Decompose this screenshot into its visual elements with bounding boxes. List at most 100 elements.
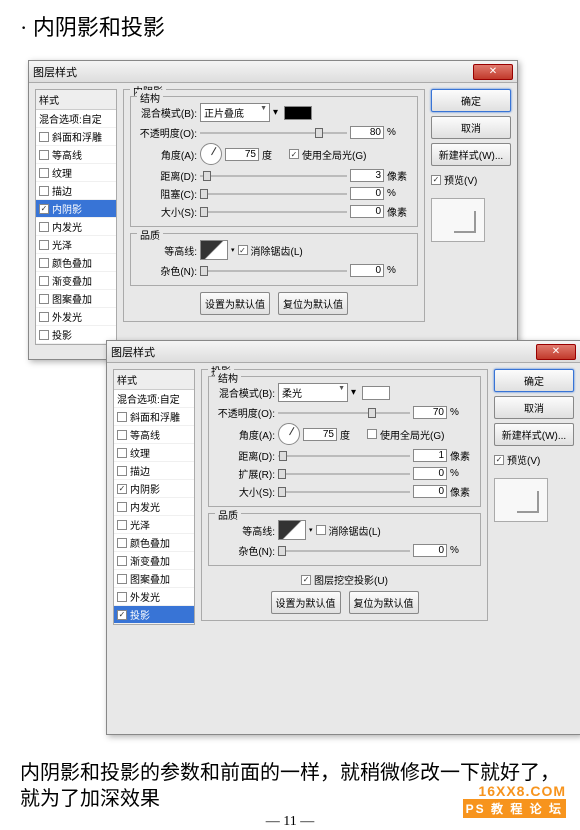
antialias-checkbox[interactable] [316, 525, 326, 535]
distance-input[interactable]: 3 [350, 169, 384, 182]
checkbox[interactable] [117, 484, 127, 494]
sidebar-item[interactable]: 渐变叠加 [36, 272, 116, 290]
sidebar-item[interactable]: 描边 [114, 462, 194, 480]
sidebar-item[interactable]: 内发光 [114, 498, 194, 516]
noise-slider[interactable] [278, 544, 410, 558]
color-swatch[interactable] [362, 386, 390, 400]
checkbox[interactable] [39, 186, 49, 196]
checkbox[interactable] [117, 538, 127, 548]
spread-slider[interactable] [278, 467, 410, 481]
antialias-checkbox[interactable] [238, 245, 248, 255]
sidebar-item[interactable]: 外发光 [114, 588, 194, 606]
sidebar-item[interactable]: 描边 [36, 182, 116, 200]
checkbox[interactable] [39, 222, 49, 232]
ok-button[interactable]: 确定 [431, 89, 511, 112]
sidebar-item[interactable]: 投影 [36, 326, 116, 344]
checkbox[interactable] [39, 240, 49, 250]
choke-input[interactable]: 0 [350, 187, 384, 200]
checkbox[interactable] [39, 132, 49, 142]
sidebar-item[interactable]: 图案叠加 [36, 290, 116, 308]
blendmode-combo[interactable]: 柔光 [278, 383, 348, 402]
sidebar-blendopts[interactable]: 混合选项:自定 [114, 390, 194, 408]
restore-button[interactable]: 复位为默认值 [278, 292, 348, 315]
checkbox[interactable] [117, 466, 127, 476]
sidebar-item[interactable]: 内阴影 [36, 200, 116, 218]
checkbox[interactable] [117, 502, 127, 512]
size-input[interactable]: 0 [350, 205, 384, 218]
checkbox[interactable] [117, 448, 127, 458]
noise-input[interactable]: 0 [413, 544, 447, 557]
checkbox[interactable] [117, 574, 127, 584]
sidebar-item[interactable]: 斜面和浮雕 [36, 128, 116, 146]
sidebar-item[interactable]: 光泽 [36, 236, 116, 254]
sidebar-item[interactable]: 颜色叠加 [36, 254, 116, 272]
checkbox[interactable] [39, 168, 49, 178]
choke-slider[interactable] [200, 187, 347, 201]
reset-button[interactable]: 设置为默认值 [271, 591, 341, 614]
close-icon[interactable]: ✕ [536, 344, 576, 360]
distance-slider[interactable] [278, 449, 410, 463]
sidebar-item[interactable]: 图案叠加 [114, 570, 194, 588]
distance-input[interactable]: 1 [413, 449, 447, 462]
sidebar-item[interactable]: 纹理 [114, 444, 194, 462]
checkbox[interactable] [117, 556, 127, 566]
cancel-button[interactable]: 取消 [431, 116, 511, 139]
size-input[interactable]: 0 [413, 485, 447, 498]
opacity-slider[interactable] [200, 126, 347, 140]
size-slider[interactable] [278, 485, 410, 499]
checkbox[interactable] [39, 330, 49, 340]
noise-input[interactable]: 0 [350, 264, 384, 277]
newstyle-button[interactable]: 新建样式(W)... [494, 423, 574, 446]
newstyle-button[interactable]: 新建样式(W)... [431, 143, 511, 166]
angle-dial[interactable] [278, 423, 300, 445]
sidebar-item[interactable]: 斜面和浮雕 [114, 408, 194, 426]
checkbox[interactable] [117, 610, 127, 620]
opacity-slider[interactable] [278, 406, 410, 420]
preview-checkbox[interactable] [494, 455, 504, 465]
opacity-input[interactable]: 80 [350, 126, 384, 139]
spread-input[interactable]: 0 [413, 467, 447, 480]
contour-picker[interactable] [278, 520, 306, 540]
checkbox[interactable] [39, 204, 49, 214]
sidebar-item[interactable]: 光泽 [114, 516, 194, 534]
checkbox[interactable] [117, 430, 127, 440]
cancel-button[interactable]: 取消 [494, 396, 574, 419]
checkbox[interactable] [39, 150, 49, 160]
distance-slider[interactable] [200, 169, 347, 183]
sidebar-item[interactable]: 颜色叠加 [114, 534, 194, 552]
angle-input[interactable]: 75 [303, 428, 337, 441]
checkbox[interactable] [39, 294, 49, 304]
checkbox[interactable] [117, 412, 127, 422]
sidebar-item[interactable]: 等高线 [36, 146, 116, 164]
checkbox[interactable] [117, 592, 127, 602]
color-swatch[interactable] [284, 106, 312, 120]
sidebar-item[interactable]: 内发光 [36, 218, 116, 236]
global-light-checkbox[interactable] [367, 429, 377, 439]
checkbox[interactable] [39, 258, 49, 268]
sidebar-item[interactable]: 渐变叠加 [114, 552, 194, 570]
sidebar-blendopts[interactable]: 混合选项:自定 [36, 110, 116, 128]
titlebar[interactable]: 图层样式 ✕ [107, 341, 580, 363]
checkbox[interactable] [39, 312, 49, 322]
close-icon[interactable]: ✕ [473, 64, 513, 80]
knockout-checkbox[interactable] [301, 575, 311, 585]
global-light-checkbox[interactable] [289, 149, 299, 159]
titlebar[interactable]: 图层样式 ✕ [29, 61, 517, 83]
checkbox[interactable] [117, 520, 127, 530]
sidebar-item[interactable]: 投影 [114, 606, 194, 624]
sidebar-item[interactable]: 等高线 [114, 426, 194, 444]
checkbox[interactable] [39, 276, 49, 286]
angle-input[interactable]: 75 [225, 148, 259, 161]
sidebar-item[interactable]: 外发光 [36, 308, 116, 326]
blendmode-combo[interactable]: 正片叠底 [200, 103, 270, 122]
contour-picker[interactable] [200, 240, 228, 260]
restore-button[interactable]: 复位为默认值 [349, 591, 419, 614]
preview-checkbox[interactable] [431, 175, 441, 185]
reset-button[interactable]: 设置为默认值 [200, 292, 270, 315]
noise-slider[interactable] [200, 264, 347, 278]
sidebar-item[interactable]: 纹理 [36, 164, 116, 182]
sidebar-item[interactable]: 内阴影 [114, 480, 194, 498]
size-slider[interactable] [200, 205, 347, 219]
ok-button[interactable]: 确定 [494, 369, 574, 392]
angle-dial[interactable] [200, 143, 222, 165]
